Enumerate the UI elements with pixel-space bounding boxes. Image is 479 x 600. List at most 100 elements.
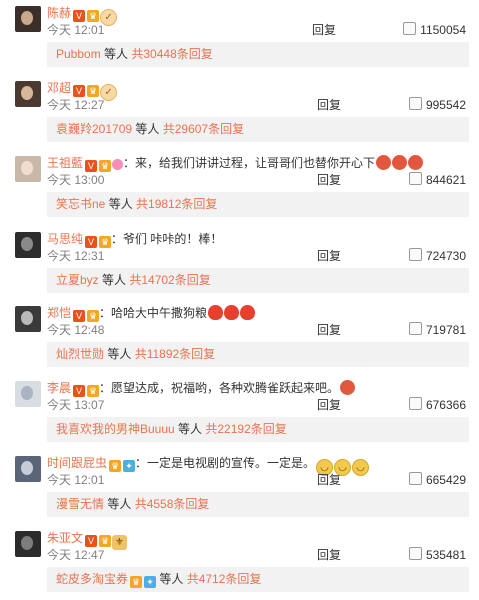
like-count: 724730 bbox=[425, 249, 466, 263]
avatar[interactable] bbox=[15, 456, 41, 482]
username-link[interactable]: 马思纯 bbox=[47, 232, 83, 246]
vip-crown-icon: ♛ bbox=[99, 535, 112, 547]
sub-reply-mid-text: 等人 bbox=[100, 47, 132, 61]
timestamp: 今天 12:01 bbox=[47, 473, 105, 487]
sub-reply-count-link[interactable]: 共4712条回复 bbox=[187, 572, 262, 586]
comment-meta: 今天 12:01 回复 665429 bbox=[47, 472, 469, 488]
like-button[interactable]: 995542 bbox=[408, 97, 466, 113]
verified-badge-icon: V bbox=[85, 535, 98, 547]
sub-replies-summary[interactable]: 蛇皮多淘宝券 ♛ ✦ 等人 共4712条回复 bbox=[47, 567, 469, 592]
username-link[interactable]: 陈赫 bbox=[47, 6, 71, 20]
sub-reply-mid-text: 等人 bbox=[104, 347, 135, 361]
sub-reply-mid-text: 等人 bbox=[105, 197, 137, 211]
sub-reply-count-link[interactable]: 共19812条回复 bbox=[136, 197, 217, 211]
sub-reply-count-link[interactable]: 共22192条回复 bbox=[205, 422, 286, 436]
reply-button[interactable]: 回复 bbox=[317, 472, 341, 488]
username-link[interactable]: 李晨 bbox=[47, 381, 71, 395]
sub-reply-count-link[interactable]: 共4558条回复 bbox=[135, 497, 210, 511]
reply-button[interactable]: 回复 bbox=[317, 248, 341, 264]
username-link[interactable]: 郑恺 bbox=[47, 306, 71, 320]
like-button[interactable]: 719781 bbox=[408, 322, 466, 338]
timestamp: 今天 12:47 bbox=[47, 548, 105, 562]
verified-badge-icon: V bbox=[73, 10, 86, 22]
username-link[interactable]: 邓超 bbox=[47, 81, 71, 95]
thumbs-up-icon bbox=[408, 322, 422, 335]
thumbs-up-icon bbox=[403, 22, 417, 35]
sub-replies-summary[interactable]: 漫雪无情 等人 共4558条回复 bbox=[47, 492, 469, 517]
sub-replies-summary[interactable]: 灿烈世勋 等人 共11892条回复 bbox=[47, 342, 469, 367]
avatar[interactable] bbox=[15, 81, 41, 107]
sub-reply-mid-text: 等人 bbox=[104, 497, 135, 511]
like-button[interactable]: 676366 bbox=[408, 397, 466, 413]
sub-reply-count-link[interactable]: 共14702条回复 bbox=[129, 273, 210, 287]
comment-item: 李晨 V ♛ ：愿望达成，祝福哟，各种欢腾雀跃起来吧。 今天 13:07 回复 676366… bbox=[0, 375, 479, 450]
vip-crown-icon: ♛ bbox=[130, 576, 143, 588]
sub-reply-user[interactable]: 漫雪无情 bbox=[56, 497, 104, 511]
sub-replies-summary[interactable]: 笑忘书ne 等人 共19812条回复 bbox=[47, 192, 469, 217]
avatar[interactable] bbox=[15, 306, 41, 332]
sub-reply-user[interactable]: 蛇皮多淘宝券 bbox=[56, 572, 128, 586]
reply-button[interactable]: 回复 bbox=[317, 547, 341, 563]
username-link[interactable]: 时间跟屁虫 bbox=[47, 456, 107, 470]
like-button[interactable]: 1150054 bbox=[403, 22, 466, 38]
avatar[interactable] bbox=[15, 232, 41, 258]
reply-button[interactable]: 回复 bbox=[317, 397, 341, 413]
verified-badge-icon: V bbox=[85, 236, 98, 248]
reply-button[interactable]: 回复 bbox=[312, 22, 336, 38]
comment-header: 王祖藍 V ♛ ：来，给我们讲讲过程，让哥哥们也替你开心下 bbox=[47, 154, 467, 172]
sub-reply-user[interactable]: 我喜欢我的男神Buuuu bbox=[56, 422, 175, 436]
sub-reply-mid-text: 等人 bbox=[174, 422, 206, 436]
vip-crown-icon: ♛ bbox=[109, 460, 122, 472]
reply-button[interactable]: 回复 bbox=[317, 322, 341, 338]
blush-face-emoji-icon bbox=[376, 155, 392, 170]
blush-face-emoji-icon bbox=[408, 155, 424, 170]
like-button[interactable]: 724730 bbox=[408, 248, 466, 264]
sub-reply-mid-text: 等人 bbox=[132, 122, 163, 136]
sub-reply-count-link[interactable]: 共11892条回复 bbox=[135, 347, 215, 361]
comment-header: 朱亚文 V ♛ ⚜ bbox=[47, 529, 467, 550]
comment-header: 马思纯 V ♛ ：爷们 咔咔的！棒！ bbox=[47, 230, 467, 248]
timestamp: 今天 12:48 bbox=[47, 323, 105, 337]
sub-reply-user[interactable]: Pubbom bbox=[56, 47, 101, 61]
vip-crown-icon: ♛ bbox=[87, 310, 100, 322]
sub-replies-summary[interactable]: Pubbom 等人 共30448条回复 bbox=[47, 42, 469, 67]
like-button[interactable]: 535481 bbox=[408, 547, 466, 563]
username-link[interactable]: 王祖藍 bbox=[47, 156, 83, 170]
comment-item: 朱亚文 V ♛ ⚜ 今天 12:47 回复 535481 蛇皮多淘宝券 ♛ ✦ 等人 共4712条… bbox=[0, 525, 479, 600]
sub-reply-user[interactable]: 笑忘书ne bbox=[56, 197, 105, 211]
timestamp: 今天 12:01 bbox=[47, 23, 105, 37]
sub-replies-summary[interactable]: 我喜欢我的男神Buuuu 等人 共22192条回复 bbox=[47, 417, 469, 442]
like-button[interactable]: 665429 bbox=[408, 472, 466, 488]
verified-badge-icon: V bbox=[85, 160, 98, 172]
sub-reply-user[interactable]: 立夏byz bbox=[56, 273, 99, 287]
username-link[interactable]: 朱亚文 bbox=[47, 531, 83, 545]
comment-item: 邓超 V ♛ ✓ 今天 12:27 回复 995542 袁巍羚201709 等人 共29607… bbox=[0, 75, 479, 150]
reply-button[interactable]: 回复 bbox=[317, 172, 341, 188]
comment-meta: 今天 12:47 回复 535481 bbox=[47, 547, 469, 563]
comment-header: 邓超 V ♛ ✓ bbox=[47, 79, 467, 101]
vip-crown-icon: ♛ bbox=[87, 85, 100, 97]
comment-text: ：愿望达成，祝福哟，各种欢腾雀跃起来吧。 bbox=[99, 381, 340, 395]
like-count: 665429 bbox=[425, 473, 466, 487]
like-button[interactable]: 844621 bbox=[408, 172, 466, 188]
sub-reply-user[interactable]: 袁巍羚201709 bbox=[56, 122, 132, 136]
level-badge-icon: ✦ bbox=[123, 460, 136, 472]
like-count: 676366 bbox=[425, 398, 466, 412]
comment-meta: 今天 13:07 回复 676366 bbox=[47, 397, 469, 413]
avatar[interactable] bbox=[15, 381, 41, 407]
sub-reply-count-link[interactable]: 共30448条回复 bbox=[131, 47, 212, 61]
sub-replies-summary[interactable]: 立夏byz 等人 共14702条回复 bbox=[47, 268, 469, 293]
avatar[interactable] bbox=[15, 6, 41, 32]
comment-item: 王祖藍 V ♛ ：来，给我们讲讲过程，让哥哥们也替你开心下 今天 13:00 回复 8446… bbox=[0, 150, 479, 225]
avatar[interactable] bbox=[15, 156, 41, 182]
verified-badge-icon: V bbox=[73, 310, 86, 322]
avatar[interactable] bbox=[15, 531, 41, 557]
timestamp: 今天 12:27 bbox=[47, 98, 105, 112]
sub-reply-user[interactable]: 灿烈世勋 bbox=[56, 347, 104, 361]
like-count: 1150054 bbox=[420, 23, 466, 37]
sub-reply-count-link[interactable]: 共29607条回复 bbox=[163, 122, 244, 136]
reply-button[interactable]: 回复 bbox=[317, 97, 341, 113]
comment-item: 时间跟屁虫 ♛ ✦ ：一定是电视剧的宣传。一定是。 ◡ ◡ ◡ 今天 12:01 回复 66542… bbox=[0, 450, 479, 525]
sub-replies-summary[interactable]: 袁巍羚201709 等人 共29607条回复 bbox=[47, 117, 469, 142]
level-badge-icon: ✦ bbox=[144, 576, 157, 588]
